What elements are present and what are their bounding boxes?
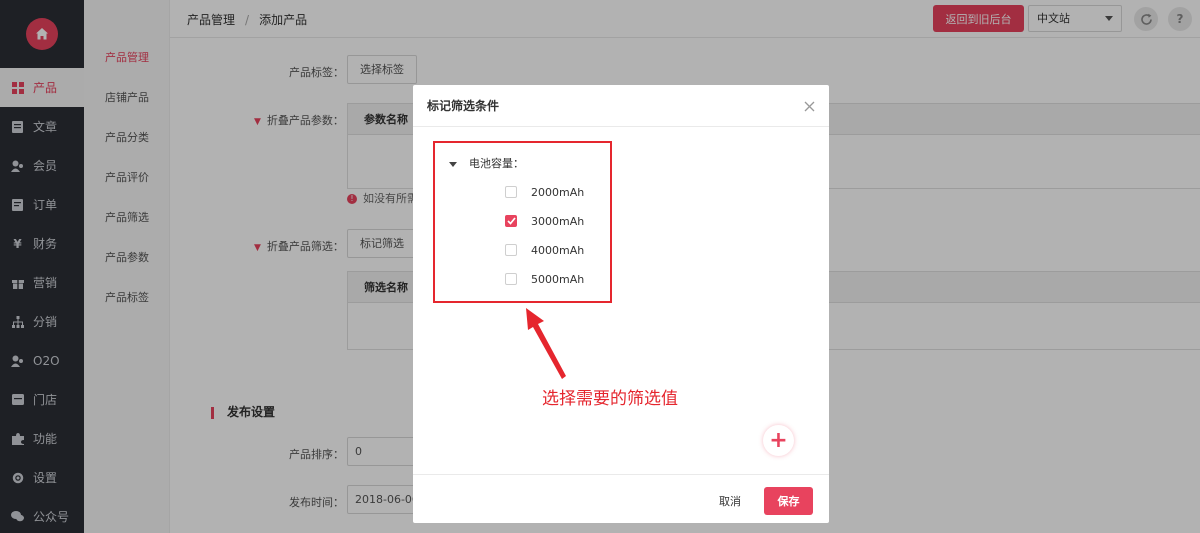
highlight-box: 电池容量： 2000mAh 3000mAh 4000mAh 5000mAh xyxy=(433,141,612,303)
cancel-button[interactable]: 取消 xyxy=(719,493,741,509)
add-icon[interactable]: + xyxy=(763,425,794,456)
annotation-text: 选择需要的筛选值 xyxy=(542,389,678,409)
checkbox[interactable] xyxy=(505,273,517,285)
option-label: 5000mAh xyxy=(531,272,585,286)
tree-group-header[interactable]: 电池容量： xyxy=(449,155,524,171)
checkbox-checked[interactable] xyxy=(505,215,517,227)
dialog-header: 标记筛选条件 xyxy=(413,85,829,127)
save-button[interactable]: 保存 xyxy=(764,487,813,515)
check-icon xyxy=(506,217,516,225)
option-label: 3000mAh xyxy=(531,214,585,228)
annotation-arrow-icon xyxy=(526,308,566,379)
tree-group-label: 电池容量： xyxy=(469,157,524,170)
close-icon[interactable] xyxy=(804,85,815,127)
option-3000mah[interactable]: 3000mAh xyxy=(505,213,584,229)
option-label: 4000mAh xyxy=(531,243,585,257)
dialog-title: 标记筛选条件 xyxy=(427,99,500,113)
option-5000mah[interactable]: 5000mAh xyxy=(505,271,584,287)
filter-conditions-dialog: 标记筛选条件 电池容量： 2000mAh 3000mAh 4000mAh 500… xyxy=(413,85,829,523)
checkbox[interactable] xyxy=(505,186,517,198)
option-label: 2000mAh xyxy=(531,185,585,199)
option-2000mah[interactable]: 2000mAh xyxy=(505,184,584,200)
option-4000mah[interactable]: 4000mAh xyxy=(505,242,584,258)
checkbox[interactable] xyxy=(505,244,517,256)
dialog-footer: 取消 保存 xyxy=(413,474,829,523)
caret-down-icon[interactable] xyxy=(449,161,457,167)
